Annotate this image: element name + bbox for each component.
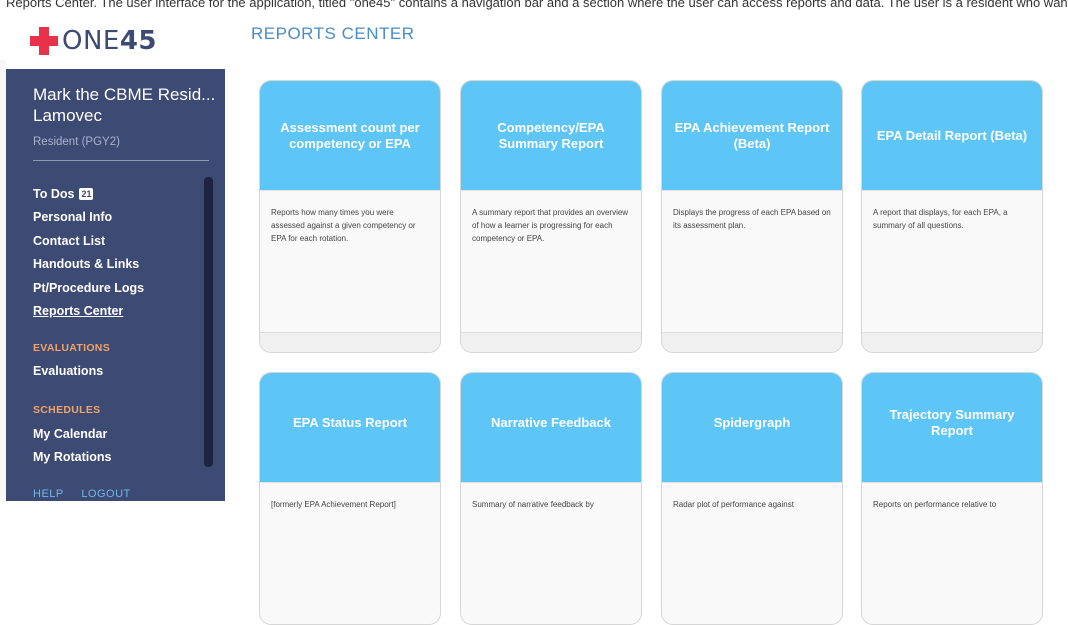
top-caption-text: Reports Center. The user interface for t… bbox=[6, 0, 1068, 10]
card-description: [formerly EPA Achievement Report] bbox=[260, 482, 440, 624]
card-title[interactable]: Narrative Feedback bbox=[461, 373, 641, 482]
card-title[interactable]: EPA Achievement Report (Beta) bbox=[662, 81, 842, 190]
page-title: REPORTS CENTER bbox=[251, 24, 415, 43]
card-description: Displays the progress of each EPA based … bbox=[662, 190, 842, 332]
sidebar-scrollbar[interactable] bbox=[204, 177, 213, 467]
card-description: Radar plot of performance against bbox=[662, 482, 842, 624]
user-role: Resident (PGY2) bbox=[33, 136, 120, 148]
todo-count-badge: 21 bbox=[79, 187, 94, 200]
sidebar-item-handouts[interactable]: Handouts & Links bbox=[33, 253, 203, 277]
cross-logo-icon bbox=[30, 27, 58, 55]
card-footer bbox=[662, 332, 842, 352]
user-name: Mark the CBME Resid... Lamovec bbox=[33, 85, 216, 125]
sidebar-divider bbox=[33, 160, 209, 161]
report-card-epa-achievement[interactable]: EPA Achievement Report (Beta) Displays t… bbox=[661, 80, 843, 353]
card-title[interactable]: EPA Status Report bbox=[260, 373, 440, 482]
sidebar-item-my-rotations[interactable]: My Rotations bbox=[33, 450, 111, 464]
report-card-epa-detail[interactable]: EPA Detail Report (Beta) A report that d… bbox=[861, 80, 1043, 353]
card-footer bbox=[260, 332, 440, 352]
card-title[interactable]: Competency/EPA Summary Report bbox=[461, 81, 641, 190]
top-caption-strip: Reports Center. The user interface for t… bbox=[0, 0, 1068, 12]
report-card-narrative-feedback[interactable]: Narrative Feedback Summary of narrative … bbox=[460, 372, 642, 625]
sidebar-item-todos[interactable]: To Dos 21 bbox=[33, 182, 203, 206]
card-footer bbox=[461, 332, 641, 352]
sidebar-item-personal-info[interactable]: Personal Info bbox=[33, 206, 203, 230]
sidebar-item-reports-center[interactable]: Reports Center bbox=[33, 300, 203, 324]
card-description: A summary report that provides an overvi… bbox=[461, 190, 641, 332]
report-card-trajectory-summary[interactable]: Trajectory Summary Report Reports on per… bbox=[861, 372, 1043, 625]
card-title[interactable]: EPA Detail Report (Beta) bbox=[862, 81, 1042, 190]
sidebar-nav: To Dos 21 Personal Info Contact List Hand… bbox=[33, 182, 203, 323]
card-description: Reports on performance relative to bbox=[862, 482, 1042, 624]
schedules-section-header: SCHEDULES bbox=[33, 404, 101, 416]
sidebar-item-evaluations[interactable]: Evaluations bbox=[33, 364, 103, 378]
card-title[interactable]: Trajectory Summary Report bbox=[862, 373, 1042, 482]
help-link[interactable]: HELP bbox=[33, 488, 64, 500]
evaluations-section-header: EVALUATIONS bbox=[33, 342, 110, 354]
logout-link[interactable]: LOGOUT bbox=[81, 488, 130, 500]
logo[interactable]: ONE45 bbox=[6, 12, 225, 69]
card-title[interactable]: Spidergraph bbox=[662, 373, 842, 482]
card-title[interactable]: Assessment count per competency or EPA bbox=[260, 81, 440, 190]
sidebar-item-my-calendar[interactable]: My Calendar bbox=[33, 427, 107, 441]
logo-text: ONE45 bbox=[62, 26, 158, 56]
card-description: Summary of narrative feedback by bbox=[461, 482, 641, 624]
card-description: Reports how many times you were assessed… bbox=[260, 190, 440, 332]
sidebar-item-contact-list[interactable]: Contact List bbox=[33, 229, 203, 253]
sidebar-item-procedure-logs[interactable]: Pt/Procedure Logs bbox=[33, 276, 203, 300]
report-card-spidergraph[interactable]: Spidergraph Radar plot of performance ag… bbox=[661, 372, 843, 625]
footer-links: HELP LOGOUT bbox=[33, 488, 145, 500]
card-description: A report that displays, for each EPA, a … bbox=[862, 190, 1042, 332]
sidebar: ONE45 Mark the CBME Resid... Lamovec Res… bbox=[6, 12, 225, 501]
report-card-competency-summary[interactable]: Competency/EPA Summary Report A summary … bbox=[460, 80, 642, 353]
card-footer bbox=[862, 332, 1042, 352]
report-card-assessment-count[interactable]: Assessment count per competency or EPA R… bbox=[259, 80, 441, 353]
report-card-epa-status[interactable]: EPA Status Report [formerly EPA Achievem… bbox=[259, 372, 441, 625]
